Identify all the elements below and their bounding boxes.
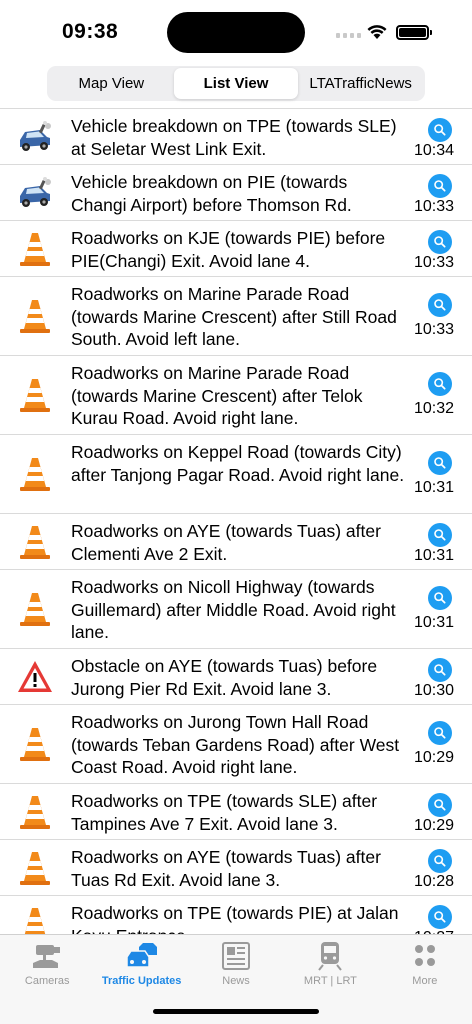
list-item[interactable]: Roadworks on Keppel Road (towards City) … xyxy=(0,435,472,514)
more-dots-icon xyxy=(414,945,435,966)
traffic-cone-icon xyxy=(16,523,54,561)
list-item[interactable]: Roadworks on TPE (towards PIE) at Jalan … xyxy=(0,896,472,934)
incident-list[interactable]: Vehicle breakdown on TPE (towards SLE) a… xyxy=(0,108,472,934)
incident-description: Roadworks on Keppel Road (towards City) … xyxy=(71,442,405,485)
magnifier-icon[interactable] xyxy=(428,905,452,929)
tab-label: Cameras xyxy=(24,975,70,987)
traffic-cone-icon xyxy=(16,905,54,934)
incident-time: 10:31 xyxy=(413,479,454,496)
list-item[interactable]: Roadworks on Jurong Town Hall Road (towa… xyxy=(0,705,472,784)
traffic-cone-icon xyxy=(16,376,54,414)
magnifier-icon[interactable] xyxy=(428,523,452,547)
traffic-cone-icon xyxy=(16,793,54,831)
magnifier-icon[interactable] xyxy=(428,721,452,745)
status-time: 09:38 xyxy=(62,20,119,43)
incident-time: 10:28 xyxy=(413,873,454,890)
tab-cameras[interactable]: Cameras xyxy=(0,935,94,1024)
magnifier-icon[interactable] xyxy=(428,230,452,254)
incident-description: Roadworks on Nicoll Highway (towards Gui… xyxy=(71,577,396,642)
list-item[interactable]: Roadworks on KJE (towards PIE) before PI… xyxy=(0,221,472,277)
cellular-signal-icon xyxy=(336,33,361,38)
incident-description: Roadworks on Marine Parade Road (towards… xyxy=(71,363,363,428)
list-item[interactable]: Roadworks on Marine Parade Road (towards… xyxy=(0,277,472,356)
traffic-cone-icon xyxy=(16,297,54,335)
list-item[interactable]: Roadworks on AYE (towards Tuas) after Tu… xyxy=(0,840,472,896)
list-item[interactable]: Roadworks on Marine Parade Road (towards… xyxy=(0,356,472,435)
view-segmented-control: Map View List View LTATrafficNews xyxy=(47,66,425,101)
incident-description: Roadworks on AYE (towards Tuas) after Tu… xyxy=(71,847,381,890)
traffic-cone-icon xyxy=(16,590,54,628)
train-icon xyxy=(318,942,343,971)
list-item[interactable]: Roadworks on TPE (towards SLE) after Tam… xyxy=(0,784,472,840)
traffic-cone-icon xyxy=(16,849,54,887)
magnifier-icon[interactable] xyxy=(428,293,452,317)
incident-description: Roadworks on KJE (towards PIE) before PI… xyxy=(71,228,386,271)
wifi-icon xyxy=(367,25,387,39)
incident-description: Roadworks on AYE (towards Tuas) after Cl… xyxy=(71,521,381,564)
magnifier-icon[interactable] xyxy=(428,118,452,142)
incident-description: Vehicle breakdown on TPE (towards SLE) a… xyxy=(71,116,397,159)
incident-description: Roadworks on TPE (towards SLE) after Tam… xyxy=(71,791,378,834)
incident-time: 10:32 xyxy=(413,400,454,417)
traffic-cone-icon xyxy=(16,455,54,493)
home-indicator xyxy=(153,1009,319,1014)
status-bar: 09:38 xyxy=(0,0,472,62)
tab-label: MRT | LRT xyxy=(303,975,357,987)
tab-label: Traffic Updates xyxy=(101,975,182,987)
incident-description: Roadworks on Jurong Town Hall Road (towa… xyxy=(71,712,400,777)
list-item[interactable]: Obstacle on AYE (towards Tuas) before Ju… xyxy=(0,649,472,705)
incident-time: 10:31 xyxy=(413,614,454,631)
incident-description: Vehicle breakdown on PIE (towards Changi… xyxy=(71,172,352,215)
incident-time: 10:34 xyxy=(413,142,454,159)
magnifier-icon[interactable] xyxy=(428,174,452,198)
magnifier-icon[interactable] xyxy=(428,793,452,817)
magnifier-icon[interactable] xyxy=(428,451,452,475)
camera-icon xyxy=(33,945,61,968)
list-item[interactable]: Roadworks on AYE (towards Tuas) after Cl… xyxy=(0,514,472,570)
incident-time: 10:31 xyxy=(413,547,454,564)
incident-time: 10:33 xyxy=(413,321,454,338)
tab-label: News xyxy=(222,975,250,987)
cars-icon xyxy=(125,943,157,968)
segment-lta-traffic-news[interactable]: LTATrafficNews xyxy=(298,68,423,99)
incident-description: Obstacle on AYE (towards Tuas) before Ju… xyxy=(71,656,378,699)
incident-time: 10:30 xyxy=(413,682,454,699)
dynamic-island xyxy=(167,12,305,53)
car-breakdown-icon xyxy=(16,118,54,156)
incident-description: Roadworks on Marine Parade Road (towards… xyxy=(71,284,397,349)
tab-label: More xyxy=(412,975,438,987)
car-breakdown-icon xyxy=(16,174,54,212)
traffic-cone-icon xyxy=(16,230,54,268)
magnifier-icon[interactable] xyxy=(428,586,452,610)
incident-time: 10:33 xyxy=(413,254,454,271)
segment-map-view[interactable]: Map View xyxy=(49,68,174,99)
newspaper-icon xyxy=(222,942,251,970)
segment-list-view[interactable]: List View xyxy=(173,68,299,99)
list-item[interactable]: Roadworks on Nicoll Highway (towards Gui… xyxy=(0,570,472,649)
magnifier-icon[interactable] xyxy=(428,658,452,682)
warning-triangle-icon xyxy=(16,658,54,696)
list-item[interactable]: Vehicle breakdown on TPE (towards SLE) a… xyxy=(0,109,472,165)
tab-more[interactable]: More xyxy=(378,935,472,1024)
incident-time: 10:29 xyxy=(413,749,454,766)
incident-description: Roadworks on TPE (towards PIE) at Jalan … xyxy=(71,903,399,934)
incident-time: 10:33 xyxy=(413,198,454,215)
magnifier-icon[interactable] xyxy=(428,372,452,396)
battery-icon xyxy=(396,25,432,40)
incident-time: 10:29 xyxy=(413,817,454,834)
list-item[interactable]: Vehicle breakdown on PIE (towards Changi… xyxy=(0,165,472,221)
magnifier-icon[interactable] xyxy=(428,849,452,873)
traffic-cone-icon xyxy=(16,725,54,763)
